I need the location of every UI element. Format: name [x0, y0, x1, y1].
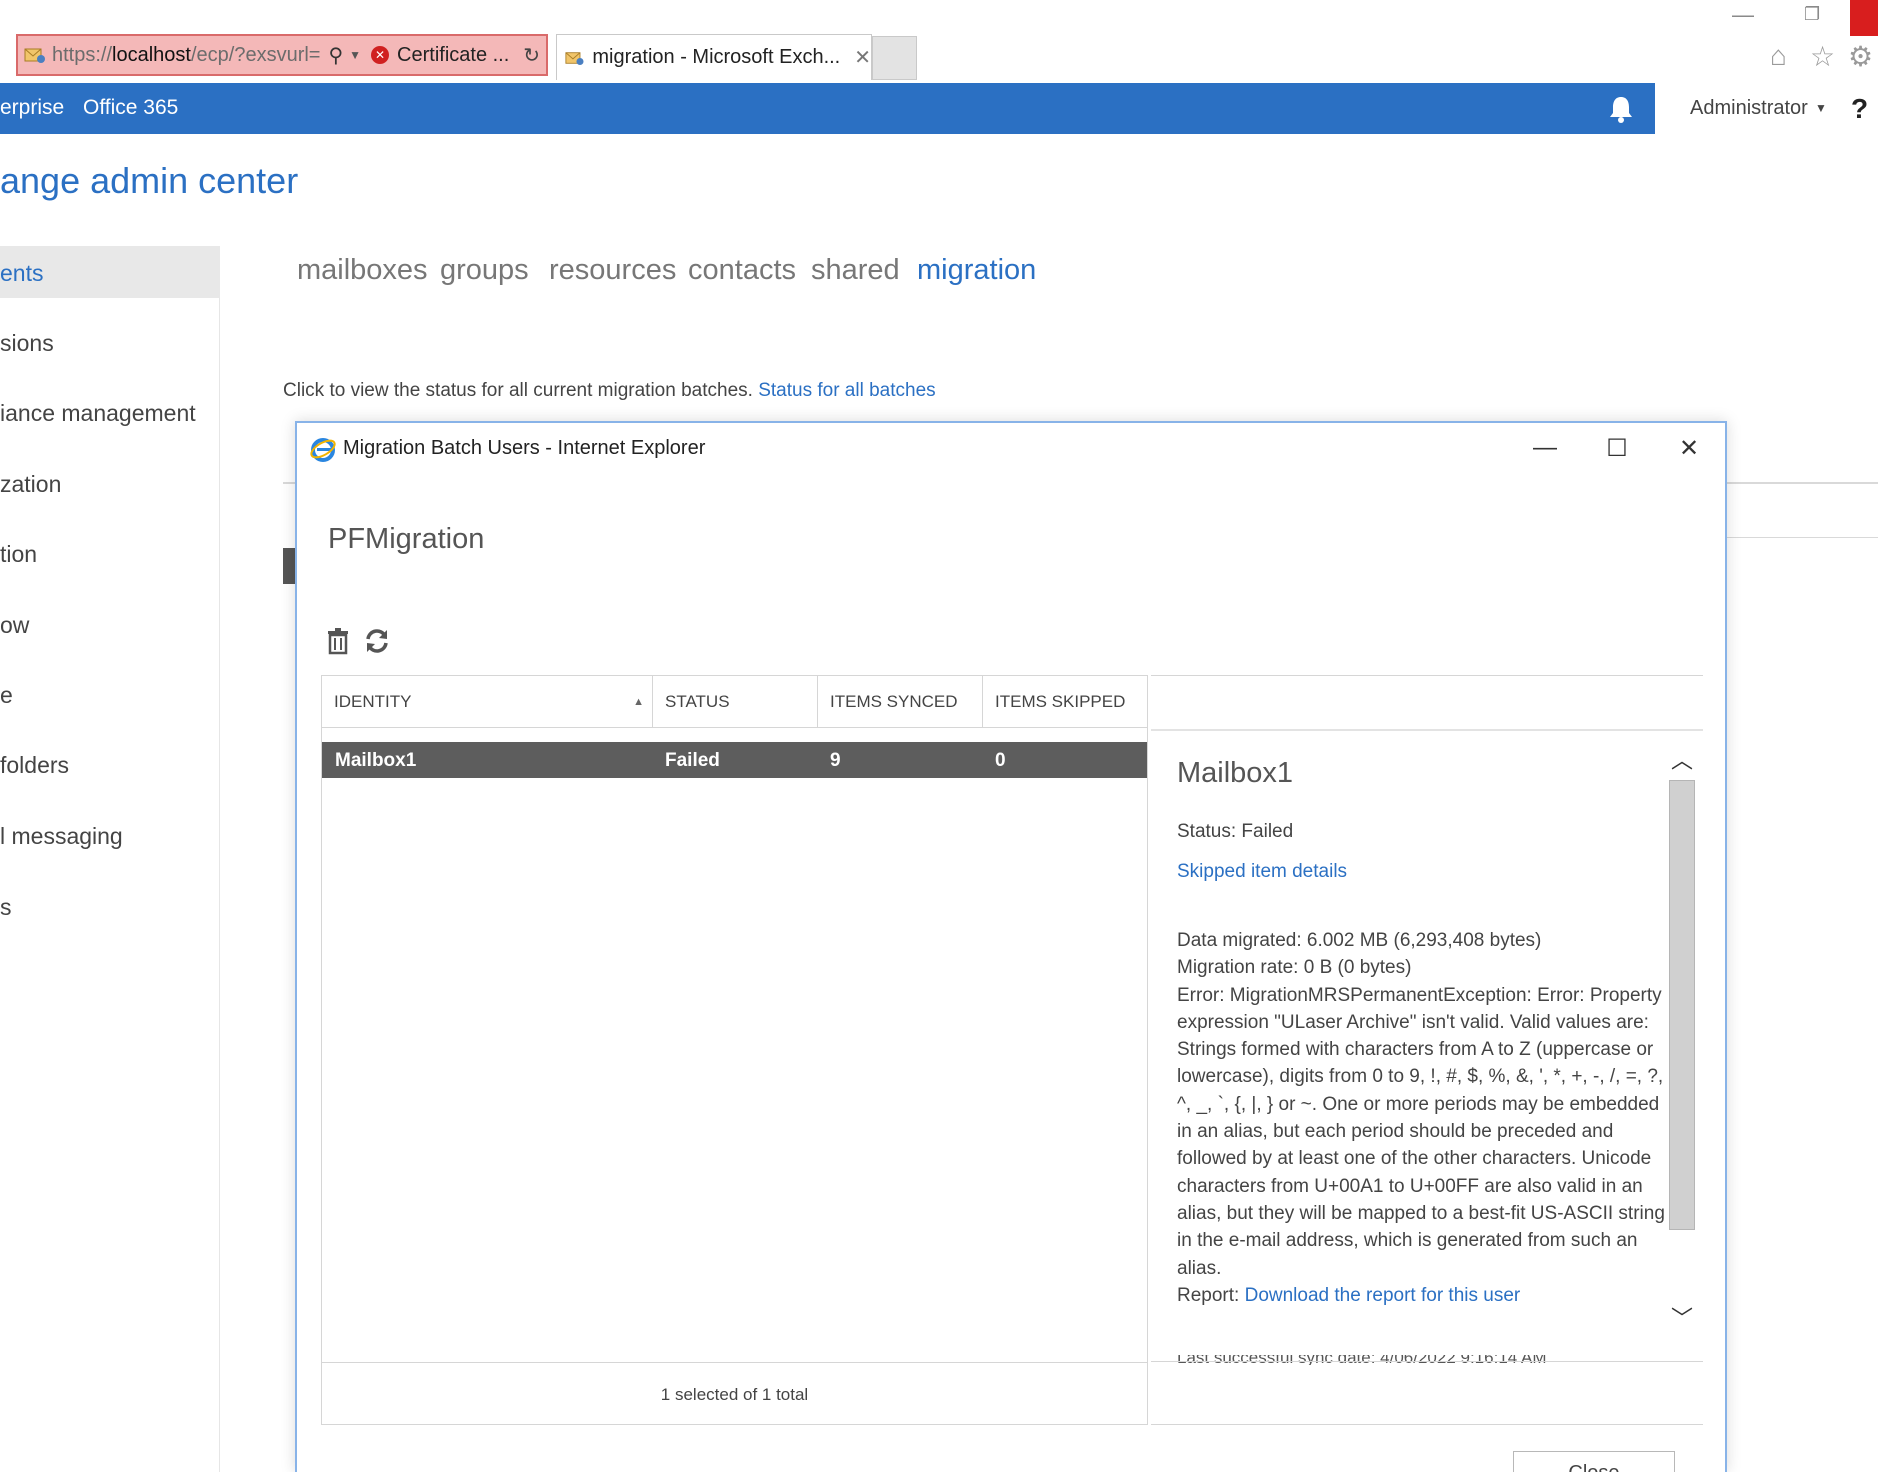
- nav-item-mobile[interactable]: e: [0, 668, 220, 720]
- address-bar[interactable]: https://localhost/ecp/?exsvurl= ⚲ ▼ ✕ Ce…: [16, 34, 548, 76]
- status-all-batches-link[interactable]: Status for all batches: [758, 380, 935, 401]
- scroll-down-chevron-icon[interactable]: ﹀: [1669, 1301, 1695, 1331]
- trash-icon[interactable]: [325, 627, 351, 655]
- reload-icon[interactable]: ↻: [523, 43, 540, 68]
- batch-name-heading: PFMigration: [328, 523, 485, 555]
- tab-contacts[interactable]: contacts: [688, 254, 796, 287]
- bell-icon[interactable]: [1605, 93, 1637, 125]
- new-tab-button[interactable]: [872, 36, 917, 80]
- sort-ascending-icon: ▲: [633, 696, 644, 708]
- settings-gear-icon[interactable]: ⚙: [1848, 40, 1873, 73]
- tab-mailboxes[interactable]: mailboxes: [297, 254, 428, 287]
- top-bar: erprise Office 365: [0, 83, 1655, 134]
- nav-item-recipients[interactable]: ents: [0, 246, 220, 298]
- details-footer: [1151, 1361, 1703, 1425]
- exchange-page-icon: [24, 48, 45, 63]
- scroll-up-chevron-icon[interactable]: ︿: [1669, 743, 1695, 773]
- internet-explorer-icon: [310, 438, 336, 462]
- browser-tab-migration[interactable]: migration - Microsoft Exch... ✕: [556, 34, 872, 80]
- tab-groups[interactable]: groups: [440, 254, 529, 287]
- tab-resources[interactable]: resources: [549, 254, 676, 287]
- table-row[interactable]: Mailbox1 Failed 9 0: [322, 742, 1147, 778]
- details-header: [1151, 675, 1703, 731]
- window-restore-button[interactable]: ❐: [1804, 4, 1820, 25]
- download-report-link[interactable]: Download the report for this user: [1245, 1285, 1521, 1306]
- nav-item-servers[interactable]: s: [0, 880, 220, 932]
- status-line-text: Click to view the status for all current…: [283, 380, 759, 401]
- column-header-label: IDENTITY: [334, 692, 412, 711]
- nav-office365-link[interactable]: Office 365: [83, 96, 178, 120]
- close-button[interactable]: Close: [1513, 1451, 1675, 1472]
- column-header-identity[interactable]: IDENTITY ▲: [322, 676, 653, 728]
- nav-item-compliance-management[interactable]: iance management: [0, 386, 220, 438]
- report-label: Report:: [1177, 1284, 1245, 1306]
- cell-items-synced: 9: [830, 750, 841, 771]
- nav-item-mail-flow[interactable]: ow: [0, 598, 220, 650]
- home-icon[interactable]: ⌂: [1770, 40, 1787, 72]
- error-message-text: Error: MigrationMRSPermanentException: E…: [1177, 984, 1665, 1279]
- nav-item-protection[interactable]: tion: [0, 527, 220, 579]
- table-selection-count: 1 selected of 1 total: [322, 1362, 1147, 1424]
- screen: — ❐ https://localhost/ecp/?exsvurl= ⚲ ▼ …: [0, 0, 1878, 1472]
- certificate-label[interactable]: Certificate ...: [397, 44, 509, 67]
- migration-batch-users-dialog: Migration Batch Users - Internet Explore…: [295, 421, 1727, 1472]
- browser-chrome: — ❐ https://localhost/ecp/?exsvurl= ⚲ ▼ …: [0, 0, 1878, 83]
- column-header-items-skipped[interactable]: ITEMS SKIPPED: [983, 676, 1148, 728]
- details-pane: Mailbox1 Status: Failed Skipped item det…: [1151, 675, 1703, 1425]
- nav-enterprise-link[interactable]: erprise: [0, 96, 64, 120]
- cell-identity: Mailbox1: [335, 750, 417, 771]
- address-url: https://localhost/ecp/?exsvurl=: [52, 43, 321, 66]
- search-icon[interactable]: ⚲: [328, 43, 343, 68]
- user-name: Administrator: [1690, 97, 1808, 119]
- favorites-star-icon[interactable]: ☆: [1810, 40, 1835, 73]
- migration-rate-text: Migration rate: 0 B (0 bytes): [1177, 957, 1412, 979]
- certificate-error-icon: ✕: [371, 46, 390, 64]
- tab-shared[interactable]: shared: [811, 254, 900, 287]
- nav-item-permissions[interactable]: sions: [0, 316, 220, 368]
- chevron-down-icon[interactable]: ▼: [349, 48, 361, 62]
- nav-item-unified-messaging[interactable]: l messaging: [0, 809, 220, 861]
- refresh-icon[interactable]: [363, 627, 391, 655]
- background-toolbar-fragment: [283, 548, 295, 584]
- nav-item-public-folders[interactable]: folders: [0, 738, 220, 790]
- details-mailbox-name: Mailbox1: [1177, 757, 1294, 789]
- data-migrated-text: Data migrated: 6.002 MB (6,293,408 bytes…: [1177, 930, 1542, 951]
- skipped-item-details-link[interactable]: Skipped item details: [1177, 861, 1347, 883]
- dialog-maximize-button[interactable]: ☐: [1597, 431, 1637, 465]
- left-navigation: ents sions iance management zation tion …: [0, 246, 220, 1472]
- tab-title: migration - Microsoft Exch...: [592, 46, 841, 68]
- table-header: IDENTITY ▲ STATUS ITEMS SYNCED ITEMS SKI…: [322, 676, 1147, 728]
- cell-items-skipped: 0: [995, 750, 1006, 771]
- user-menu[interactable]: Administrator ▼ ?: [1655, 83, 1878, 134]
- user-menu-chevron-icon: ▼: [1815, 101, 1827, 115]
- dialog-titlebar: Migration Batch Users - Internet Explore…: [297, 423, 1725, 473]
- dialog-minimize-button[interactable]: —: [1525, 431, 1565, 465]
- dialog-close-x-button[interactable]: ✕: [1669, 431, 1709, 465]
- cell-status: Failed: [665, 750, 720, 771]
- status-line: Click to view the status for all current…: [283, 380, 936, 402]
- nav-item-organization[interactable]: zation: [0, 457, 220, 509]
- details-statistics: Data migrated: 6.002 MB (6,293,408 bytes…: [1177, 927, 1665, 1309]
- details-status: Status: Failed: [1177, 821, 1294, 842]
- dialog-title: Migration Batch Users - Internet Explore…: [343, 437, 706, 459]
- window-close-button[interactable]: [1850, 0, 1878, 36]
- app-title: ange admin center: [0, 160, 299, 201]
- tab-migration[interactable]: migration: [917, 254, 1036, 287]
- exchange-tab-icon: [565, 51, 584, 65]
- help-button[interactable]: ?: [1851, 93, 1868, 125]
- tab-close-icon[interactable]: ✕: [854, 45, 871, 70]
- migration-users-table: IDENTITY ▲ STATUS ITEMS SYNCED ITEMS SKI…: [321, 675, 1148, 1425]
- details-content: Mailbox1 Status: Failed Skipped item det…: [1177, 731, 1665, 1351]
- details-scrollbar-thumb[interactable]: [1669, 780, 1695, 1230]
- column-header-status[interactable]: STATUS: [653, 676, 818, 728]
- report-line: Report: Download the report for this use…: [1177, 1282, 1665, 1309]
- window-minimize-button[interactable]: —: [1732, 2, 1754, 28]
- background-divider: [1727, 537, 1878, 538]
- column-header-items-synced[interactable]: ITEMS SYNCED: [818, 676, 983, 728]
